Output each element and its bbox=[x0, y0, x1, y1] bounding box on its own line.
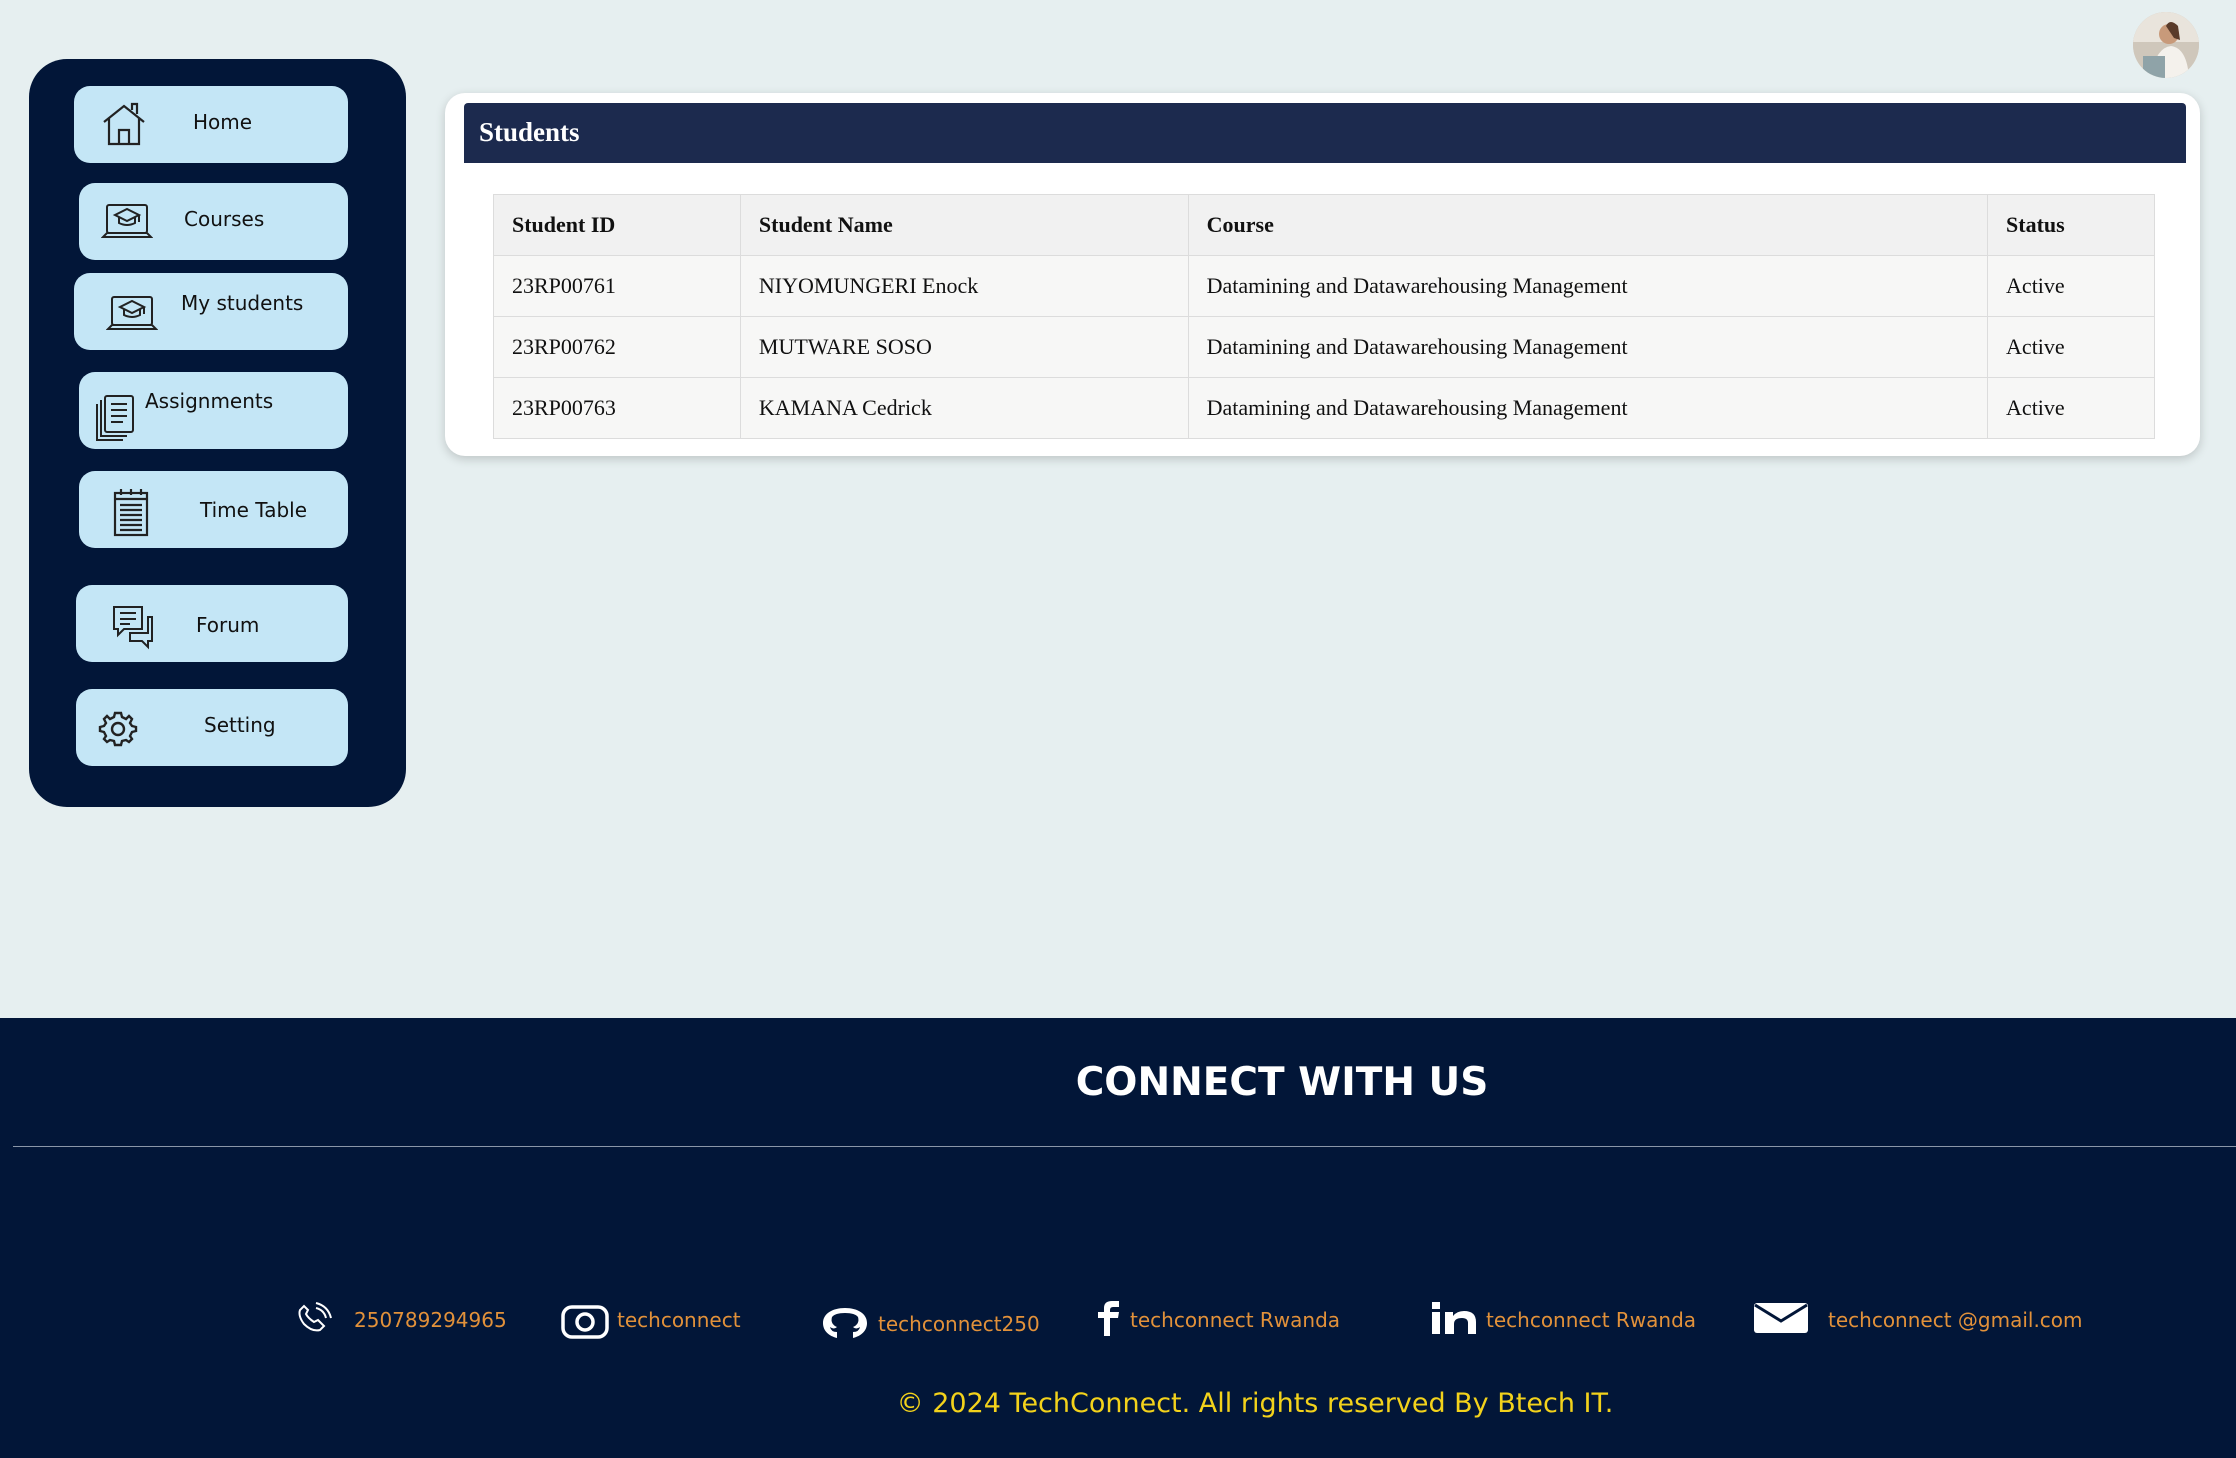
sidebar-item-label: My students bbox=[181, 291, 304, 315]
sidebar-item-label: Forum bbox=[196, 613, 260, 637]
contact-text: techconnect250 bbox=[878, 1312, 1040, 1336]
student-id-cell: 23RP00763 bbox=[493, 377, 741, 439]
instagram-icon bbox=[560, 1304, 610, 1345]
contact-text: 250789294965 bbox=[354, 1308, 507, 1332]
contact-instagram[interactable]: techconnect bbox=[560, 1300, 760, 1340]
sidebar-item-label: Time Table bbox=[200, 498, 308, 522]
status-cell: Active bbox=[1987, 377, 2155, 439]
students-panel: Students Student ID Student Name Course … bbox=[445, 93, 2200, 456]
home-icon bbox=[98, 98, 150, 150]
sidebar-item-my-students[interactable]: My students bbox=[74, 273, 348, 350]
contact-github[interactable]: techconnect250 bbox=[820, 1300, 1060, 1340]
github-icon bbox=[820, 1306, 870, 1345]
students-table: Student ID Student Name Course Status 23… bbox=[493, 194, 2155, 439]
forum-icon bbox=[106, 601, 158, 653]
table-row[interactable]: 23RP00762 MUTWARE SOSO Datamining and Da… bbox=[493, 316, 2155, 378]
student-name-cell: KAMANA Cedrick bbox=[739, 377, 1189, 439]
column-header: Student ID bbox=[493, 194, 741, 256]
table-row[interactable]: 23RP00763 KAMANA Cedrick Datamining and … bbox=[493, 377, 2155, 439]
sidebar-item-assignments[interactable]: Assignments bbox=[79, 372, 348, 449]
sidebar: Home Courses My students Assignments Tim… bbox=[29, 59, 406, 807]
assignments-icon bbox=[91, 392, 143, 444]
copyright-text: © 2024 TechConnect. All rights reserved … bbox=[896, 1388, 1614, 1419]
footer-divider bbox=[13, 1146, 2236, 1147]
sidebar-item-label: Setting bbox=[204, 713, 276, 737]
table-row[interactable]: 23RP00761 NIYOMUNGERI Enock Datamining a… bbox=[493, 255, 2155, 317]
footer: CONNECT WITH US 250789294965 techconnect… bbox=[0, 1018, 2236, 1458]
column-header: Student Name bbox=[739, 194, 1189, 256]
user-avatar[interactable] bbox=[2133, 12, 2199, 78]
table-header-row: Student ID Student Name Course Status bbox=[493, 194, 2155, 256]
panel-header: Students bbox=[464, 103, 2186, 163]
contact-linkedin[interactable]: techconnect Rwanda bbox=[1430, 1300, 1700, 1340]
footer-title: CONNECT WITH US bbox=[1075, 1060, 1489, 1105]
courses-icon bbox=[100, 195, 154, 247]
facebook-icon bbox=[1092, 1300, 1124, 1341]
column-header: Status bbox=[1987, 194, 2155, 256]
course-cell: Datamining and Datawarehousing Managemen… bbox=[1187, 255, 1989, 317]
sidebar-item-forum[interactable]: Forum bbox=[76, 585, 348, 662]
contact-phone[interactable]: 250789294965 bbox=[294, 1300, 514, 1340]
status-cell: Active bbox=[1987, 316, 2155, 378]
students-icon bbox=[105, 287, 159, 339]
contact-text: techconnect Rwanda bbox=[1130, 1308, 1341, 1332]
sidebar-item-label: Assignments bbox=[145, 389, 274, 413]
linkedin-icon bbox=[1430, 1300, 1480, 1341]
sidebar-item-label: Courses bbox=[184, 207, 265, 231]
column-header: Course bbox=[1187, 194, 1989, 256]
student-id-cell: 23RP00761 bbox=[493, 255, 741, 317]
student-name-cell: NIYOMUNGERI Enock bbox=[739, 255, 1189, 317]
phone-icon bbox=[294, 1300, 334, 1345]
page-title: Students bbox=[479, 117, 580, 147]
sidebar-item-courses[interactable]: Courses bbox=[79, 183, 348, 260]
gear-icon bbox=[96, 703, 148, 755]
contact-text: techconnect bbox=[617, 1308, 741, 1332]
course-cell: Datamining and Datawarehousing Managemen… bbox=[1187, 316, 1989, 378]
contact-text: techconnect Rwanda bbox=[1486, 1308, 1697, 1332]
course-cell: Datamining and Datawarehousing Managemen… bbox=[1187, 377, 1989, 439]
contact-facebook[interactable]: techconnect Rwanda bbox=[1092, 1300, 1352, 1340]
contact-email[interactable]: techconnect @gmail.com bbox=[1752, 1300, 2083, 1341]
student-name-cell: MUTWARE SOSO bbox=[739, 316, 1189, 378]
sidebar-item-setting[interactable]: Setting bbox=[76, 689, 348, 766]
student-id-cell: 23RP00762 bbox=[493, 316, 741, 378]
sidebar-item-time-table[interactable]: Time Table bbox=[79, 471, 348, 548]
email-icon bbox=[1752, 1300, 1810, 1341]
sidebar-item-label: Home bbox=[193, 110, 253, 134]
sidebar-item-home[interactable]: Home bbox=[74, 86, 348, 163]
calendar-icon bbox=[105, 487, 157, 539]
contact-text: techconnect @gmail.com bbox=[1828, 1308, 2083, 1332]
status-cell: Active bbox=[1987, 255, 2155, 317]
